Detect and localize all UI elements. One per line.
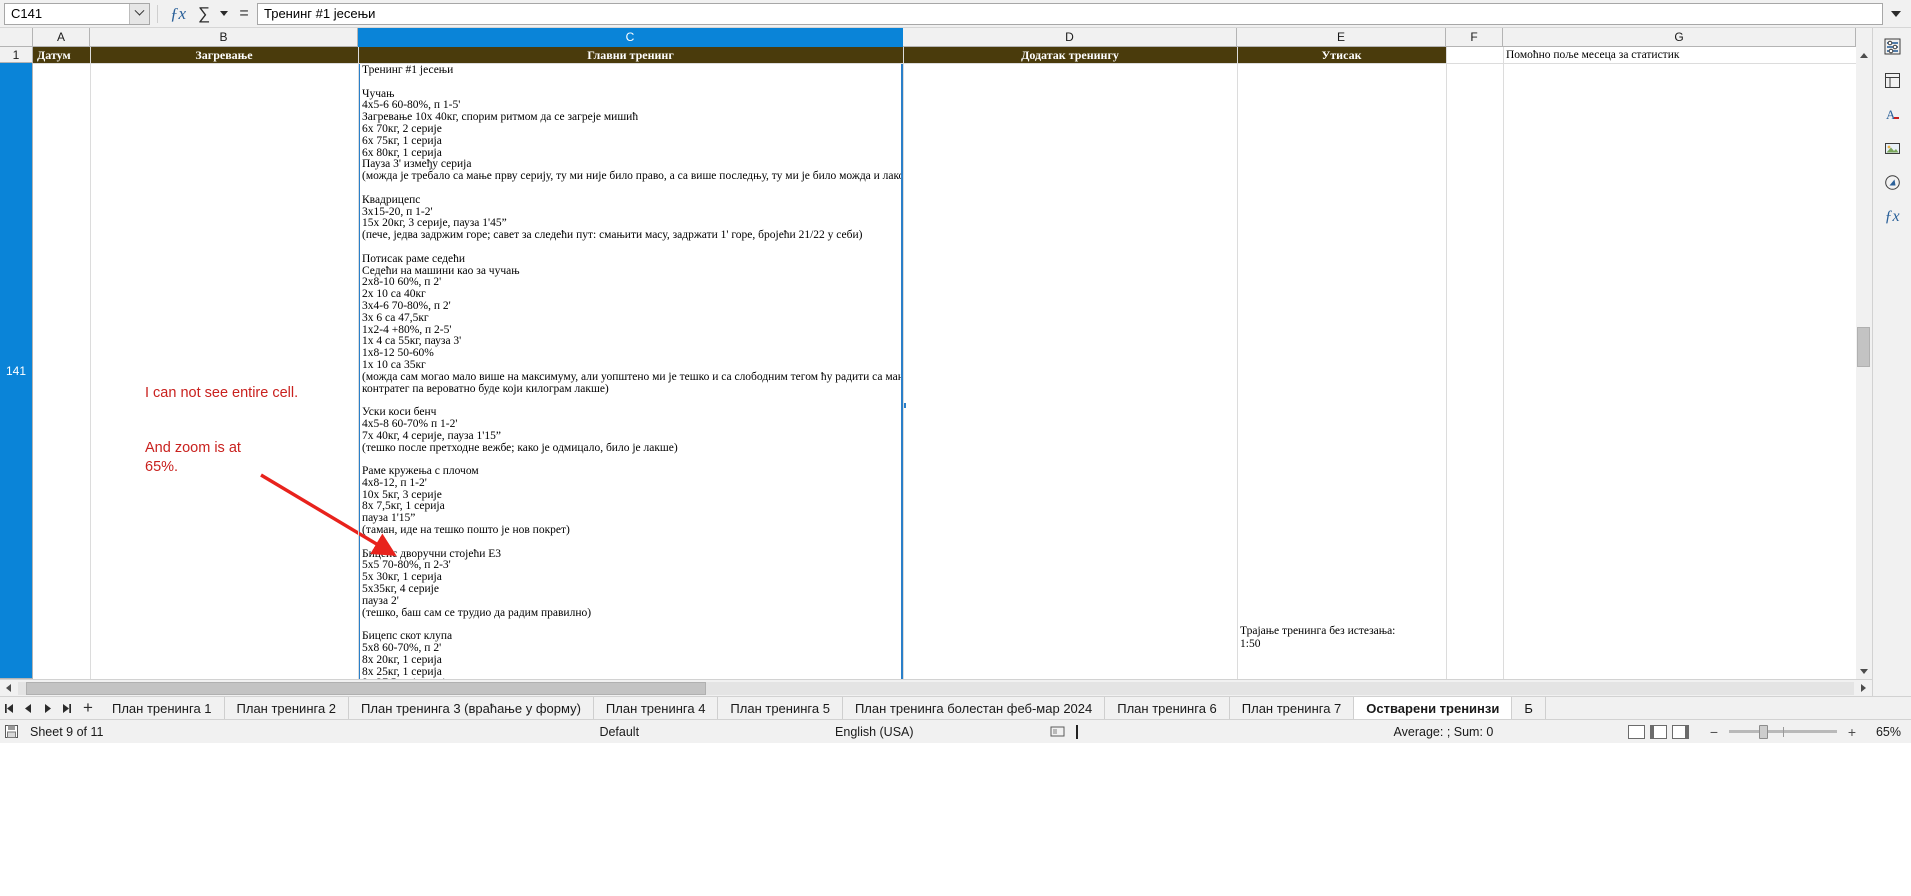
table-header-e: Утисак (1321, 47, 1362, 62)
status-bar: Sheet 9 of 11 Default English (USA) Aver… (0, 719, 1911, 743)
active-cell-c141[interactable]: Тренинг #1 јесењи Чучањ 4x5-6 60-80%, п … (358, 63, 903, 679)
zoom-slider-tick (1783, 726, 1784, 737)
svg-text:A: A (1886, 107, 1896, 122)
sheet-tab-10[interactable]: Б (1512, 697, 1546, 719)
select-function-sum-icon[interactable]: ∑ (191, 2, 217, 26)
multi-page-view-icon[interactable] (1650, 724, 1667, 739)
insert-mode-status[interactable] (1042, 724, 1086, 739)
cell-e141-content: Трајање тренинга без истезања: 1:50 (1240, 625, 1396, 650)
column-header-d[interactable]: D (903, 28, 1237, 47)
functions-icon[interactable]: ƒx (1877, 201, 1908, 232)
zoom-in-button[interactable]: + (1845, 724, 1859, 740)
sheet-count-status[interactable]: Sheet 9 of 11 (22, 725, 111, 739)
book-view-icon[interactable] (1672, 724, 1689, 739)
sheet-tab-3[interactable]: План тренинга 3 (враћање у форму) (349, 697, 594, 719)
sheet-tab-9[interactable]: Остварени тренинзи (1354, 697, 1513, 719)
sheet-tab-5[interactable]: План тренинга 5 (718, 697, 843, 719)
horizontal-scroll-track[interactable] (18, 681, 1854, 695)
scroll-right-button[interactable] (1855, 679, 1872, 697)
formula-equals-icon[interactable]: = (231, 2, 257, 26)
scroll-left-button[interactable] (0, 679, 17, 697)
column-header-c[interactable]: C (358, 28, 903, 47)
table-header-d: Додатак тренингу (1021, 47, 1119, 62)
formula-input-line[interactable]: Тренинг #1 јесењи (257, 2, 1883, 25)
spreadsheet-grid[interactable]: Датум Загревање Главни тренинг Додатак трен… (33, 47, 1872, 679)
zoom-out-button[interactable]: − (1707, 724, 1721, 740)
navigator-icon[interactable] (1877, 167, 1908, 198)
zoom-controls: − + 65% (1618, 724, 1911, 740)
grid-column-divider (90, 47, 91, 679)
row-header-bar: 1 141 (0, 47, 33, 679)
first-sheet-button[interactable] (0, 698, 19, 719)
table-header-row: Датум Загревање Главни тренинг Додатак трен… (33, 47, 1446, 63)
column-header-a[interactable]: A (33, 28, 90, 47)
document-modified-icon[interactable] (0, 724, 22, 739)
add-sheet-button[interactable]: + (76, 698, 100, 719)
select-function-dropdown-icon[interactable] (217, 11, 231, 16)
function-wizard-icon[interactable]: ƒx (165, 2, 191, 26)
column-header-b[interactable]: B (90, 28, 358, 47)
statistics-status[interactable]: Average: ; Sum: 0 (1386, 725, 1502, 739)
name-box-dropdown-icon[interactable] (129, 3, 149, 24)
next-sheet-button[interactable] (38, 698, 57, 719)
annotation-line-3: 65%. (145, 459, 179, 475)
name-box[interactable]: C141 (4, 2, 150, 25)
sheet-tab-7[interactable]: План тренинга 6 (1105, 697, 1230, 719)
sidebar-deck: A ƒx (1872, 28, 1911, 706)
grid-row-divider (33, 63, 1872, 64)
sheet-tab-8[interactable]: План тренинга 7 (1230, 697, 1355, 719)
sidebar-settings-icon[interactable] (1877, 31, 1908, 62)
text-cursor-icon (1075, 724, 1078, 739)
expand-formula-bar-icon[interactable] (1885, 1, 1907, 27)
column-header-bar: ABCDEFG (0, 28, 1872, 47)
grid-column-divider (1237, 47, 1238, 679)
column-header-e[interactable]: E (1237, 28, 1446, 47)
table-header-b: Загревање (195, 47, 253, 62)
selection-mode-icon (1050, 726, 1065, 737)
view-layout-icons (1618, 724, 1699, 739)
cell-g1-content: Помоћно поље месеца за статистик (1506, 49, 1680, 61)
name-box-value: C141 (11, 5, 43, 21)
gallery-icon[interactable] (1877, 133, 1908, 164)
scroll-up-button[interactable] (1856, 47, 1872, 63)
active-cell-content: Тренинг #1 јесењи Чучањ 4x5-6 60-80%, п … (362, 64, 901, 679)
row-header-141[interactable]: 141 (0, 63, 33, 679)
annotation-line-2: And zoom is at (145, 440, 241, 456)
annotation-line-1: I can not see entire cell. (145, 385, 299, 401)
language-status[interactable]: English (USA) (827, 725, 922, 739)
properties-icon[interactable] (1877, 65, 1908, 96)
table-header-c: Главни тренинг (587, 47, 674, 62)
previous-sheet-button[interactable] (19, 698, 38, 719)
grid-column-divider (1446, 47, 1447, 679)
vertical-scroll-thumb[interactable] (1857, 327, 1870, 367)
grid-column-divider (358, 47, 359, 679)
zoom-slider-knob[interactable] (1759, 724, 1768, 739)
last-sheet-button[interactable] (57, 698, 76, 719)
sheet-tab-4[interactable]: План тренинга 4 (594, 697, 719, 719)
vertical-scrollbar[interactable] (1856, 47, 1872, 679)
normal-view-icon[interactable] (1628, 724, 1645, 739)
horizontal-scrollbar[interactable] (0, 679, 1872, 697)
sheet-tab-1[interactable]: План тренинга 1 (100, 697, 225, 719)
sheet-tab-2[interactable]: План тренинга 2 (225, 697, 350, 719)
select-all-corner[interactable] (0, 28, 33, 47)
row-header-1[interactable]: 1 (0, 47, 33, 63)
formula-bar: C141 ƒx ∑ = Тренинг #1 јесењи (0, 0, 1911, 28)
column-header-f[interactable]: F (1446, 28, 1503, 47)
scroll-down-button[interactable] (1856, 663, 1872, 679)
column-header-g[interactable]: G (1503, 28, 1856, 47)
styles-icon[interactable]: A (1877, 99, 1908, 130)
divider (157, 4, 158, 23)
sheet-tab-6[interactable]: План тренинга болестан феб-мар 2024 (843, 697, 1106, 719)
page-style-status[interactable]: Default (591, 725, 647, 739)
table-header-a: Датум (37, 47, 71, 62)
horizontal-scroll-thumb[interactable] (26, 681, 706, 695)
grid-column-divider (903, 47, 904, 679)
zoom-value[interactable]: 65% (1867, 725, 1901, 739)
grid-column-divider (1503, 47, 1504, 679)
zoom-slider[interactable] (1729, 724, 1837, 739)
sheet-tabs-container: План тренинга 1 План тренинга 2 План трени… (100, 697, 1546, 719)
sheet-tab-bar: + План тренинга 1 План тренинга 2 План тре… (0, 696, 1911, 719)
formula-input-value: Тренинг #1 јесењи (264, 5, 376, 21)
